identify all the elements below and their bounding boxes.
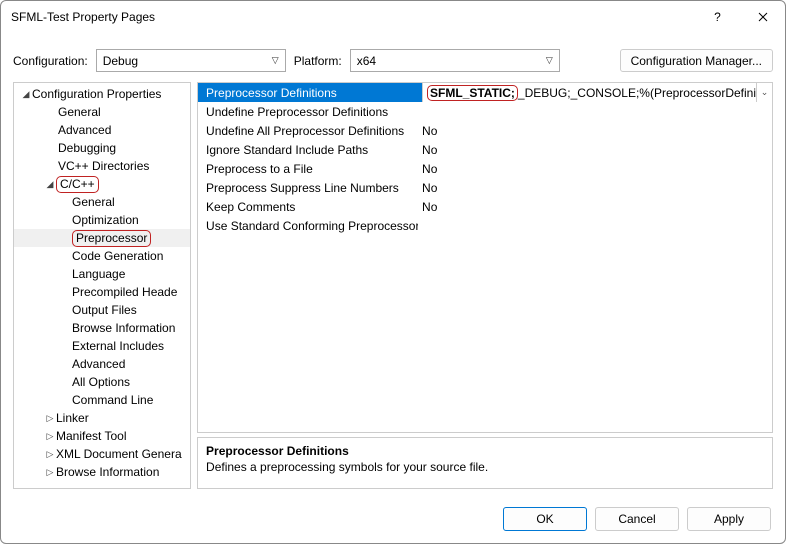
main-area: ◢ Configuration Properties GeneralAdvanc…	[1, 82, 785, 497]
grid-row[interactable]: Preprocessor Definitions SFML_STATIC;_DEB…	[198, 83, 772, 102]
grid-value[interactable]: No	[418, 181, 772, 195]
grid-value[interactable]: No	[418, 143, 772, 157]
expand-icon[interactable]: ▷	[44, 431, 56, 442]
tree-item[interactable]: External Includes	[14, 337, 190, 355]
platform-value: x64	[357, 54, 546, 68]
grid-row[interactable]: Preprocess to a FileNo	[198, 159, 772, 178]
close-button[interactable]	[740, 1, 785, 33]
tree-item[interactable]: Output Files	[14, 301, 190, 319]
grid-value[interactable]: No	[418, 200, 772, 214]
expand-icon[interactable]: ▷	[44, 413, 56, 424]
grid-row[interactable]: Undefine All Preprocessor DefinitionsNo	[198, 121, 772, 140]
tree-cpp-label: C/C++	[56, 176, 99, 193]
grid-row[interactable]: Ignore Standard Include PathsNo	[198, 140, 772, 159]
tree-item[interactable]: Command Line	[14, 391, 190, 409]
right-pane: Preprocessor Definitions SFML_STATIC;_DEB…	[197, 82, 773, 489]
tree-item[interactable]: Browse Information	[14, 319, 190, 337]
titlebar: SFML-Test Property Pages ?	[1, 1, 785, 33]
config-manager-button[interactable]: Configuration Manager...	[620, 49, 773, 72]
tree-item[interactable]: ▷Browse Information	[14, 463, 190, 481]
apply-button[interactable]: Apply	[687, 507, 771, 531]
tree-root[interactable]: ◢ Configuration Properties	[14, 85, 190, 103]
tree-item-label: Linker	[56, 411, 89, 425]
grid-row[interactable]: Use Standard Conforming Preprocessor	[198, 216, 772, 235]
collapse-icon[interactable]: ◢	[20, 89, 32, 100]
grid-key: Undefine Preprocessor Definitions	[198, 105, 418, 119]
grid-value[interactable]: SFML_STATIC;_DEBUG;_CONSOLE;%(Preprocess…	[418, 83, 772, 102]
grid-key: Keep Comments	[198, 200, 418, 214]
grid-value[interactable]: No	[418, 124, 772, 138]
tree-item[interactable]: ▷XML Document Genera	[14, 445, 190, 463]
tree-item-label: Preprocessor	[72, 230, 151, 247]
grid-key: Preprocess Suppress Line Numbers	[198, 181, 418, 195]
grid-row[interactable]: Keep CommentsNo	[198, 197, 772, 216]
chevron-down-icon: ▽	[272, 55, 279, 66]
tree-item[interactable]: Precompiled Heade	[14, 283, 190, 301]
grid-key: Preprocess to a File	[198, 162, 418, 176]
tree-item-label: Browse Information	[56, 465, 159, 479]
platform-combo[interactable]: x64 ▽	[350, 49, 560, 72]
property-grid[interactable]: Preprocessor Definitions SFML_STATIC;_DEB…	[197, 82, 773, 433]
dropdown-icon[interactable]: ⌄	[756, 83, 772, 102]
tree-cpp[interactable]: ◢ C/C++	[14, 175, 190, 193]
tree-item[interactable]: ▷Manifest Tool	[14, 427, 190, 445]
highlighted-text: SFML_STATIC;	[427, 85, 518, 101]
tree-item[interactable]: All Options	[14, 373, 190, 391]
tree-item[interactable]: VC++ Directories	[14, 157, 190, 175]
grid-row[interactable]: Undefine Preprocessor Definitions	[198, 102, 772, 121]
value-text: _DEBUG;_CONSOLE;%(PreprocessorDefini	[518, 86, 756, 100]
collapse-icon[interactable]: ◢	[44, 179, 56, 190]
grid-key: Undefine All Preprocessor Definitions	[198, 124, 418, 138]
tree-item-label: Manifest Tool	[56, 429, 126, 443]
tree-item[interactable]: Code Generation	[14, 247, 190, 265]
ok-button[interactable]: OK	[503, 507, 587, 531]
chevron-down-icon: ▽	[546, 55, 553, 66]
tree-item[interactable]: Preprocessor	[14, 229, 190, 247]
tree-item[interactable]: General	[14, 193, 190, 211]
grid-key: Preprocessor Definitions	[198, 86, 418, 100]
tree-item[interactable]: Advanced	[14, 121, 190, 139]
description-title: Preprocessor Definitions	[206, 444, 764, 458]
grid-key: Use Standard Conforming Preprocessor	[198, 219, 418, 233]
tree-root-label: Configuration Properties	[32, 87, 161, 101]
window-title: SFML-Test Property Pages	[11, 10, 695, 24]
grid-value[interactable]: No	[418, 162, 772, 176]
grid-row[interactable]: Preprocess Suppress Line NumbersNo	[198, 178, 772, 197]
configuration-value: Debug	[103, 54, 272, 68]
tree-item[interactable]: Debugging	[14, 139, 190, 157]
tree-item[interactable]: Optimization	[14, 211, 190, 229]
tree-item[interactable]: ▷Linker	[14, 409, 190, 427]
config-row: Configuration: Debug ▽ Platform: x64 ▽ C…	[1, 33, 785, 82]
help-button[interactable]: ?	[695, 1, 740, 33]
config-label: Configuration:	[13, 54, 88, 68]
close-icon	[758, 12, 768, 22]
tree-item[interactable]: Advanced	[14, 355, 190, 373]
description-text: Defines a preprocessing symbols for your…	[206, 460, 764, 474]
configuration-combo[interactable]: Debug ▽	[96, 49, 286, 72]
cancel-button[interactable]: Cancel	[595, 507, 679, 531]
tree-view[interactable]: ◢ Configuration Properties GeneralAdvanc…	[13, 82, 191, 489]
tree-item[interactable]: General	[14, 103, 190, 121]
tree-item-label: XML Document Genera	[56, 447, 182, 461]
description-pane: Preprocessor Definitions Defines a prepr…	[197, 437, 773, 489]
expand-icon[interactable]: ▷	[44, 449, 56, 460]
grid-value-editor[interactable]: SFML_STATIC;_DEBUG;_CONSOLE;%(Preprocess…	[422, 83, 756, 102]
tree-item[interactable]: Language	[14, 265, 190, 283]
expand-icon[interactable]: ▷	[44, 467, 56, 478]
grid-key: Ignore Standard Include Paths	[198, 143, 418, 157]
platform-label: Platform:	[294, 54, 342, 68]
footer: OK Cancel Apply	[1, 497, 785, 543]
